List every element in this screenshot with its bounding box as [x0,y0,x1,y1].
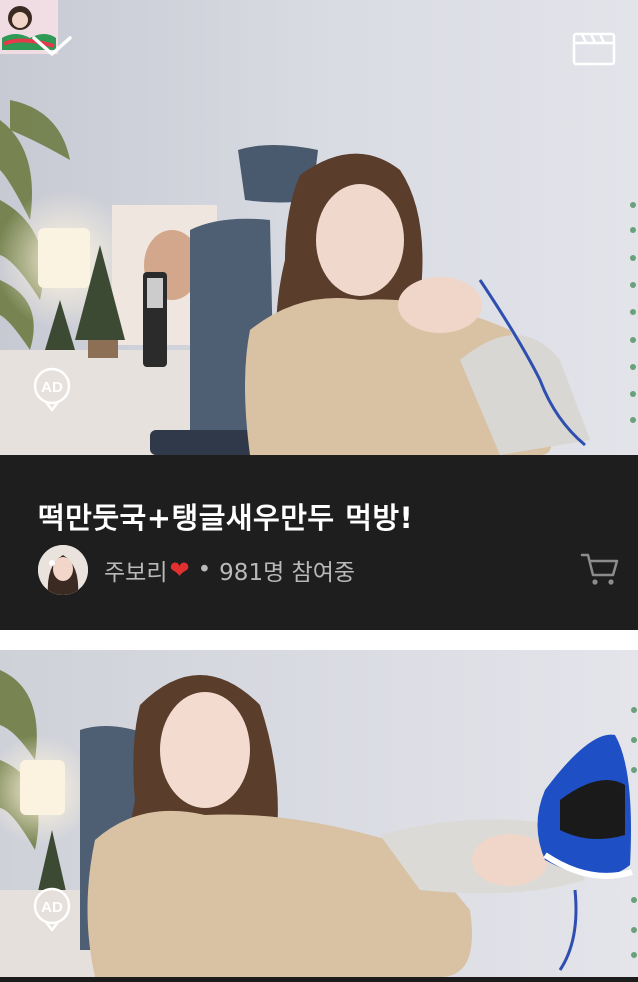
ad-badge: AD [32,366,72,412]
stream-preview-frame [0,650,638,977]
stream-title[interactable]: 떡만둣국+탱글새우만두 먹방! [38,495,413,537]
viewer-count: 981명 참여중 [219,560,356,586]
stream-card-2[interactable]: AD [0,650,638,982]
heart-icon: ❤ [169,556,190,584]
stream-preview-frame [0,0,638,455]
stream-meta: 주보리 ❤ • 981명 참여중 [38,545,355,595]
avatar[interactable] [38,545,88,595]
meta-separator: • [197,557,212,583]
clapperboard-icon[interactable] [572,30,616,66]
streamer-name[interactable]: 주보리 [104,553,167,587]
ad-badge-label: AD [41,379,63,396]
stream-preview-video[interactable]: AD [0,0,638,455]
ad-badge-label: AD [41,899,63,916]
stream-info[interactable]: 떡만둣국+탱글새우만두 먹방! 주보리 ❤ • 981명 참여중 [0,455,638,630]
cart-icon[interactable] [580,551,620,587]
stream-preview-video[interactable]: AD [0,650,638,977]
ad-badge: AD [32,886,72,932]
stream-card-1[interactable]: AD 떡만둣국+탱글새우만두 먹방! 주보리 ❤ • 981명 참여중 [0,0,638,630]
chevron-down-icon[interactable] [30,32,74,60]
